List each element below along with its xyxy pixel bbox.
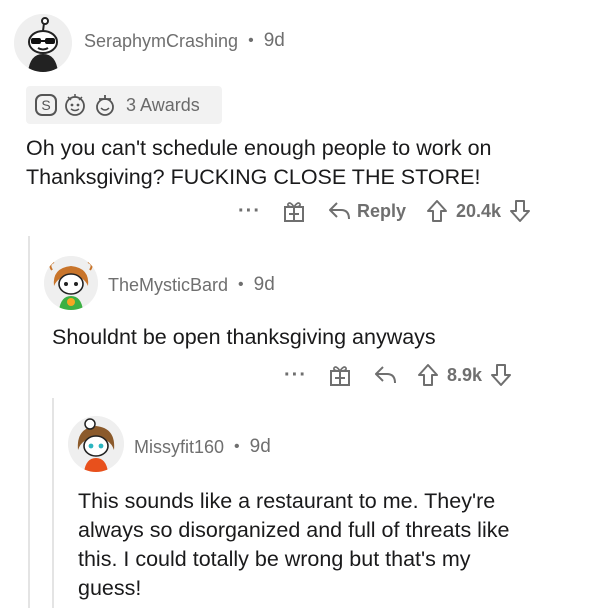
give-award-button[interactable] bbox=[327, 362, 353, 388]
snoo-avatar-icon bbox=[14, 14, 72, 72]
vote-controls: 8.9k bbox=[417, 363, 512, 387]
vote-score: 8.9k bbox=[446, 364, 483, 385]
awards-bar[interactable]: S 3 Awards bbox=[26, 86, 222, 124]
comment-age: 9d bbox=[249, 436, 271, 457]
comment-age: 9d bbox=[253, 274, 275, 295]
comment-body: Shouldnt be open thanksgiving anyways bbox=[52, 325, 436, 349]
separator: • bbox=[234, 438, 240, 455]
more-options-button[interactable]: ··· bbox=[238, 200, 261, 223]
username[interactable]: SeraphymCrashing bbox=[84, 31, 238, 52]
thread-line-level2[interactable] bbox=[52, 398, 54, 608]
gift-icon bbox=[329, 366, 350, 386]
more-options-button[interactable]: ··· bbox=[284, 364, 307, 387]
snoo-avatar-icon bbox=[68, 416, 124, 472]
reply-arrow-icon bbox=[374, 366, 396, 384]
comment-meta: Missyfit160 • 9d bbox=[134, 436, 271, 458]
comment-body: This sounds like a restaurant to me. The… bbox=[78, 489, 510, 600]
separator: • bbox=[238, 276, 244, 293]
upvote-arrow-icon[interactable] bbox=[417, 363, 439, 387]
separator: • bbox=[248, 32, 254, 49]
comment-age: 9d bbox=[263, 30, 285, 51]
upvote-arrow-icon[interactable] bbox=[426, 199, 448, 223]
comment-meta: TheMysticBard • 9d bbox=[108, 274, 275, 296]
thread-line-level1[interactable] bbox=[28, 236, 30, 608]
svg-text:S: S bbox=[41, 97, 50, 113]
snoo-avatar-icon bbox=[44, 256, 98, 310]
helpful-award-icon bbox=[96, 95, 114, 116]
downvote-arrow-icon[interactable] bbox=[509, 199, 531, 223]
avatar[interactable] bbox=[68, 416, 124, 472]
wholesome-award-icon bbox=[65, 94, 85, 116]
comment-actions: ··· Reply 20.4k bbox=[238, 198, 531, 224]
silver-award-icon: S bbox=[35, 94, 57, 116]
vote-controls: 20.4k bbox=[426, 199, 531, 223]
username[interactable]: Missyfit160 bbox=[134, 437, 224, 458]
vote-score: 20.4k bbox=[456, 200, 502, 221]
username[interactable]: TheMysticBard bbox=[108, 275, 228, 296]
reply-button[interactable]: Reply bbox=[327, 200, 406, 222]
comment-actions: ··· 8.9k bbox=[284, 362, 512, 388]
reply-arrow-icon bbox=[328, 202, 350, 220]
downvote-arrow-icon[interactable] bbox=[490, 363, 512, 387]
give-award-button[interactable] bbox=[281, 198, 307, 224]
comment-body: Oh you can't schedule enough people to w… bbox=[26, 136, 492, 189]
reply-label: Reply bbox=[356, 200, 407, 221]
avatar[interactable] bbox=[44, 256, 98, 310]
awards-count: 3 Awards bbox=[126, 94, 200, 115]
avatar[interactable] bbox=[14, 14, 72, 72]
reply-button[interactable] bbox=[373, 364, 397, 386]
gift-icon bbox=[283, 202, 304, 222]
comment-meta: SeraphymCrashing • 9d bbox=[84, 30, 285, 52]
